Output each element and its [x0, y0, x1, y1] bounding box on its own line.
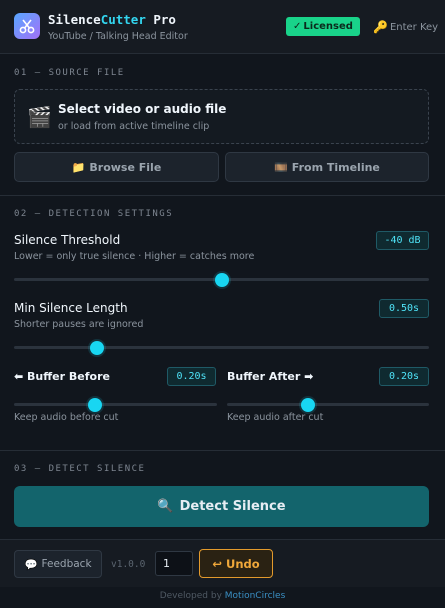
detect-section-label: 03 — DETECT SILENCE [14, 464, 146, 474]
buffer-after-value[interactable]: 0.20s [379, 367, 429, 386]
buffer-before-slider-thumb[interactable] [88, 398, 103, 412]
footer-bar: 💬 Feedback v1.0.0 ↩ Undo [0, 539, 445, 587]
app-title-accent: Cutter [100, 12, 146, 27]
credit-prefix: Developed by [159, 591, 225, 601]
folder-icon: 📁 [71, 160, 86, 174]
section-divider [0, 195, 445, 196]
buffer-before-slider-track[interactable] [14, 403, 217, 406]
magnifier-icon: 🔍 [157, 499, 174, 514]
feedback-button[interactable]: 💬 Feedback [14, 550, 102, 578]
buffer-before-value[interactable]: 0.20s [167, 367, 216, 386]
feedback-label: Feedback [41, 558, 92, 570]
threshold-slider-thumb[interactable] [214, 273, 229, 287]
file-drop-zone[interactable]: 🎬 Select video or audio file or load fro… [14, 89, 429, 144]
app-title-part3: Pro [145, 12, 176, 27]
min-length-title: Min Silence Length [14, 301, 128, 315]
app-header: SilenceCutter Pro YouTube / Talking Head… [0, 0, 445, 54]
undo-arrow-icon: ↩ [212, 556, 222, 571]
licensed-badge: ✓ Licensed [286, 17, 360, 36]
buffer-before-help: Keep audio before cut [14, 412, 119, 423]
from-timeline-button[interactable]: 🎞️ From Timeline [225, 152, 429, 182]
film-icon: 🎞️ [274, 160, 288, 174]
speech-bubble-icon: 💬 [24, 558, 38, 571]
app-subtitle: YouTube / Talking Head Editor [48, 31, 188, 42]
from-timeline-label: From Timeline [291, 160, 380, 174]
developer-credit: Developed by MotionCircles [0, 591, 445, 601]
buffer-after-slider-thumb[interactable] [300, 398, 315, 412]
undo-button[interactable]: ↩ Undo [199, 549, 273, 578]
app-title-part1: Silence [48, 12, 101, 27]
threshold-help: Lower = only true silence · Higher = cat… [14, 251, 255, 262]
section-divider [0, 450, 445, 451]
source-section-label: 01 — SOURCE FILE [14, 68, 125, 78]
buffer-after-help: Keep audio after cut [227, 412, 324, 423]
min-length-slider-thumb[interactable] [90, 341, 104, 355]
scissors-icon [14, 13, 40, 39]
threshold-value[interactable]: -40 dB [376, 231, 429, 250]
min-length-help: Shorter pauses are ignored [14, 319, 144, 330]
app-title: SilenceCutter Pro [48, 12, 176, 27]
min-length-value[interactable]: 0.50s [379, 299, 429, 318]
key-icon: 🔑 [373, 20, 388, 34]
clapperboard-icon: 🎬 [27, 105, 52, 129]
detect-silence-button[interactable]: 🔍 Detect Silence [14, 486, 429, 527]
enter-key-label: Enter Key [389, 21, 439, 33]
detection-section-label: 02 — DETECTION SETTINGS [14, 209, 174, 219]
browse-file-label: Browse File [89, 160, 162, 174]
threshold-title: Silence Threshold [14, 233, 121, 247]
undo-steps-input[interactable] [155, 551, 193, 576]
drop-subtitle: or load from active timeline clip [58, 121, 210, 132]
licensed-label: Licensed [303, 21, 353, 32]
buffer-before-title: ⬅ Buffer Before [14, 370, 110, 383]
browse-file-button[interactable]: 📁 Browse File [14, 152, 219, 182]
version-label: v1.0.0 [111, 559, 146, 570]
undo-label: Undo [225, 556, 260, 571]
drop-title: Select video or audio file [58, 102, 227, 116]
checkmark-icon: ✓ [293, 21, 302, 32]
credit-link[interactable]: MotionCircles [225, 591, 285, 601]
buffer-after-slider-track[interactable] [227, 403, 429, 406]
buffer-after-title: Buffer After ➡ [227, 370, 314, 383]
min-length-slider-track[interactable] [14, 346, 429, 349]
detect-silence-label: Detect Silence [179, 499, 286, 514]
enter-key-link[interactable]: 🔑 Enter Key [373, 20, 438, 34]
